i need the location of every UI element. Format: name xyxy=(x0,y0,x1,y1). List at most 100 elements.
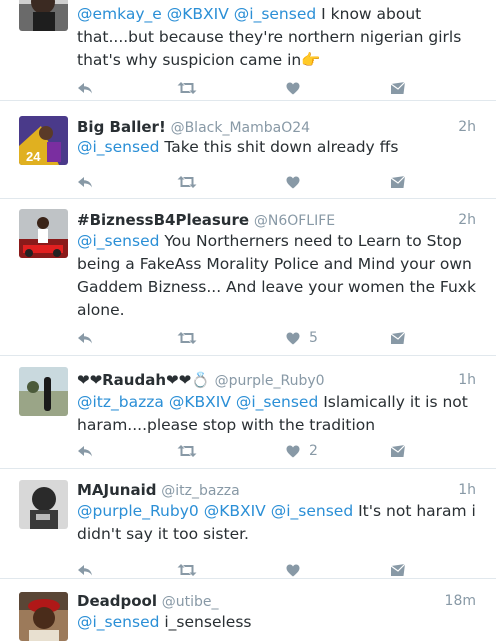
svg-text:24: 24 xyxy=(26,149,41,164)
mention-link[interactable]: @purple_Ruby0 xyxy=(77,502,199,520)
reply-button[interactable] xyxy=(77,442,93,460)
reply-button[interactable] xyxy=(77,79,93,97)
user-handle[interactable]: @itz_bazza xyxy=(161,483,239,499)
heart-icon xyxy=(286,176,300,189)
timestamp[interactable]: 18m xyxy=(445,591,476,611)
retweet-icon xyxy=(177,444,197,458)
reply-button[interactable] xyxy=(77,329,93,347)
mention-link[interactable]: @i_sensed xyxy=(77,138,159,156)
timestamp[interactable]: 1h xyxy=(458,480,476,500)
retweet-button[interactable] xyxy=(177,79,197,97)
reply-button[interactable] xyxy=(77,173,93,191)
tweet-actions xyxy=(77,561,407,579)
tweet-text: @itz_bazza @KBXIV @i_sensed Islamically … xyxy=(77,391,482,437)
retweet-icon xyxy=(177,81,197,95)
tweet-text-segment: Take this shit down already ffs xyxy=(159,138,399,156)
avatar[interactable] xyxy=(19,592,68,641)
user-handle[interactable]: @purple_Ruby0 xyxy=(215,373,325,389)
display-name[interactable]: Big Baller! xyxy=(77,118,166,136)
message-button[interactable] xyxy=(390,442,406,460)
mention-link[interactable]: @emkay_e xyxy=(77,5,162,23)
mention-link[interactable]: @itz_bazza xyxy=(77,393,164,411)
direct-message-icon xyxy=(390,175,406,189)
heart-icon xyxy=(286,82,300,95)
heart-icon xyxy=(286,564,300,577)
timestamp[interactable]: 2h xyxy=(458,210,476,230)
retweet-button[interactable] xyxy=(177,442,197,460)
message-button[interactable] xyxy=(390,329,406,347)
message-button[interactable] xyxy=(390,79,406,97)
direct-message-icon xyxy=(390,331,406,345)
reply-icon xyxy=(77,563,93,577)
tweet-text: @purple_Ruby0 @KBXIV @i_sensed It's not … xyxy=(77,500,482,546)
direct-message-icon xyxy=(390,444,406,458)
retweet-button[interactable] xyxy=(177,173,197,191)
heart-icon xyxy=(286,332,300,345)
avatar[interactable] xyxy=(19,367,68,416)
tweet-header: Deadpool @utibe_ 18m xyxy=(77,591,476,612)
display-name[interactable]: #BiznessB4Pleasure xyxy=(77,211,249,229)
tweet[interactable]: @emkay_e @KBXIV @i_sensed I know about t… xyxy=(0,0,496,101)
like-button[interactable]: 5 xyxy=(286,329,318,347)
tweet[interactable]: #BiznessB4Pleasure @N6OFLIFE 2h @i_sensed… xyxy=(0,199,496,356)
user-handle[interactable]: @utibe_ xyxy=(162,594,219,610)
retweet-button[interactable] xyxy=(177,329,197,347)
tweet-text: @i_sensed i_senseless xyxy=(77,611,482,634)
avatar[interactable] xyxy=(19,209,68,258)
retweet-icon xyxy=(177,331,197,345)
user-handle[interactable]: @N6OFLIFE xyxy=(254,213,335,229)
message-button[interactable] xyxy=(390,561,406,579)
display-name[interactable]: MAJunaid xyxy=(77,481,156,499)
tweet-text: @emkay_e @KBXIV @i_sensed I know about t… xyxy=(77,3,482,72)
tweet-actions: 5 xyxy=(77,329,407,347)
message-button[interactable] xyxy=(390,173,406,191)
display-name[interactable]: Deadpool xyxy=(77,592,157,610)
like-count: 5 xyxy=(309,330,318,346)
like-button[interactable] xyxy=(286,173,300,191)
mention-link[interactable]: @i_sensed xyxy=(77,232,159,250)
tweet-header: Big Baller! @Black_MambaO24 2h xyxy=(77,117,476,138)
reply-icon xyxy=(77,331,93,345)
tweet-actions: 2 xyxy=(77,442,407,460)
direct-message-icon xyxy=(390,563,406,577)
tweet[interactable]: 24 Big Baller! @Black_MambaO24 2h @i_sens… xyxy=(0,101,496,199)
retweet-icon xyxy=(177,563,197,577)
display-name[interactable]: ❤❤Raudah❤❤💍 xyxy=(77,371,210,389)
mention-link[interactable]: @KBXIV xyxy=(167,5,229,23)
tweet[interactable]: Deadpool @utibe_ 18m @i_sensed i_senseles… xyxy=(0,579,496,641)
mention-link[interactable]: @i_sensed xyxy=(271,502,353,520)
mention-link[interactable]: @KBXIV xyxy=(204,502,266,520)
heart-icon xyxy=(286,445,300,458)
mention-link[interactable]: @i_sensed xyxy=(77,613,159,631)
reply-icon xyxy=(77,175,93,189)
reply-icon xyxy=(77,444,93,458)
avatar[interactable]: 24 xyxy=(19,116,68,165)
tweet-text-segment: i_senseless xyxy=(159,613,252,631)
mention-link[interactable]: @KBXIV xyxy=(169,393,231,411)
like-button[interactable] xyxy=(286,79,300,97)
retweet-button[interactable] xyxy=(177,561,197,579)
like-button[interactable] xyxy=(286,561,300,579)
avatar[interactable] xyxy=(19,480,68,529)
avatar[interactable] xyxy=(19,0,68,31)
mention-link[interactable]: @i_sensed xyxy=(236,393,318,411)
tweet[interactable]: ❤❤Raudah❤❤💍 @purple_Ruby0 1h @itz_bazza @… xyxy=(0,356,496,469)
retweet-icon xyxy=(177,175,197,189)
mention-link[interactable]: @i_sensed xyxy=(234,5,316,23)
timestamp[interactable]: 2h xyxy=(458,117,476,137)
direct-message-icon xyxy=(390,81,406,95)
tweet-header: #BiznessB4Pleasure @N6OFLIFE 2h xyxy=(77,210,476,231)
tweet[interactable]: MAJunaid @itz_bazza 1h @purple_Ruby0 @KBX… xyxy=(0,469,496,579)
tweet-actions xyxy=(77,79,407,97)
tweet-header: ❤❤Raudah❤❤💍 @purple_Ruby0 1h xyxy=(77,370,476,391)
tweet-text: @i_sensed You Northerners need to Learn … xyxy=(77,230,482,322)
like-count: 2 xyxy=(309,443,318,459)
user-handle[interactable]: @Black_MambaO24 xyxy=(171,120,310,136)
reply-button[interactable] xyxy=(77,561,93,579)
tweet-text: @i_sensed Take this shit down already ff… xyxy=(77,136,482,159)
tweet-header: MAJunaid @itz_bazza 1h xyxy=(77,480,476,501)
timestamp[interactable]: 1h xyxy=(458,370,476,390)
reply-icon xyxy=(77,81,93,95)
tweet-actions xyxy=(77,173,407,191)
like-button[interactable]: 2 xyxy=(286,442,318,460)
